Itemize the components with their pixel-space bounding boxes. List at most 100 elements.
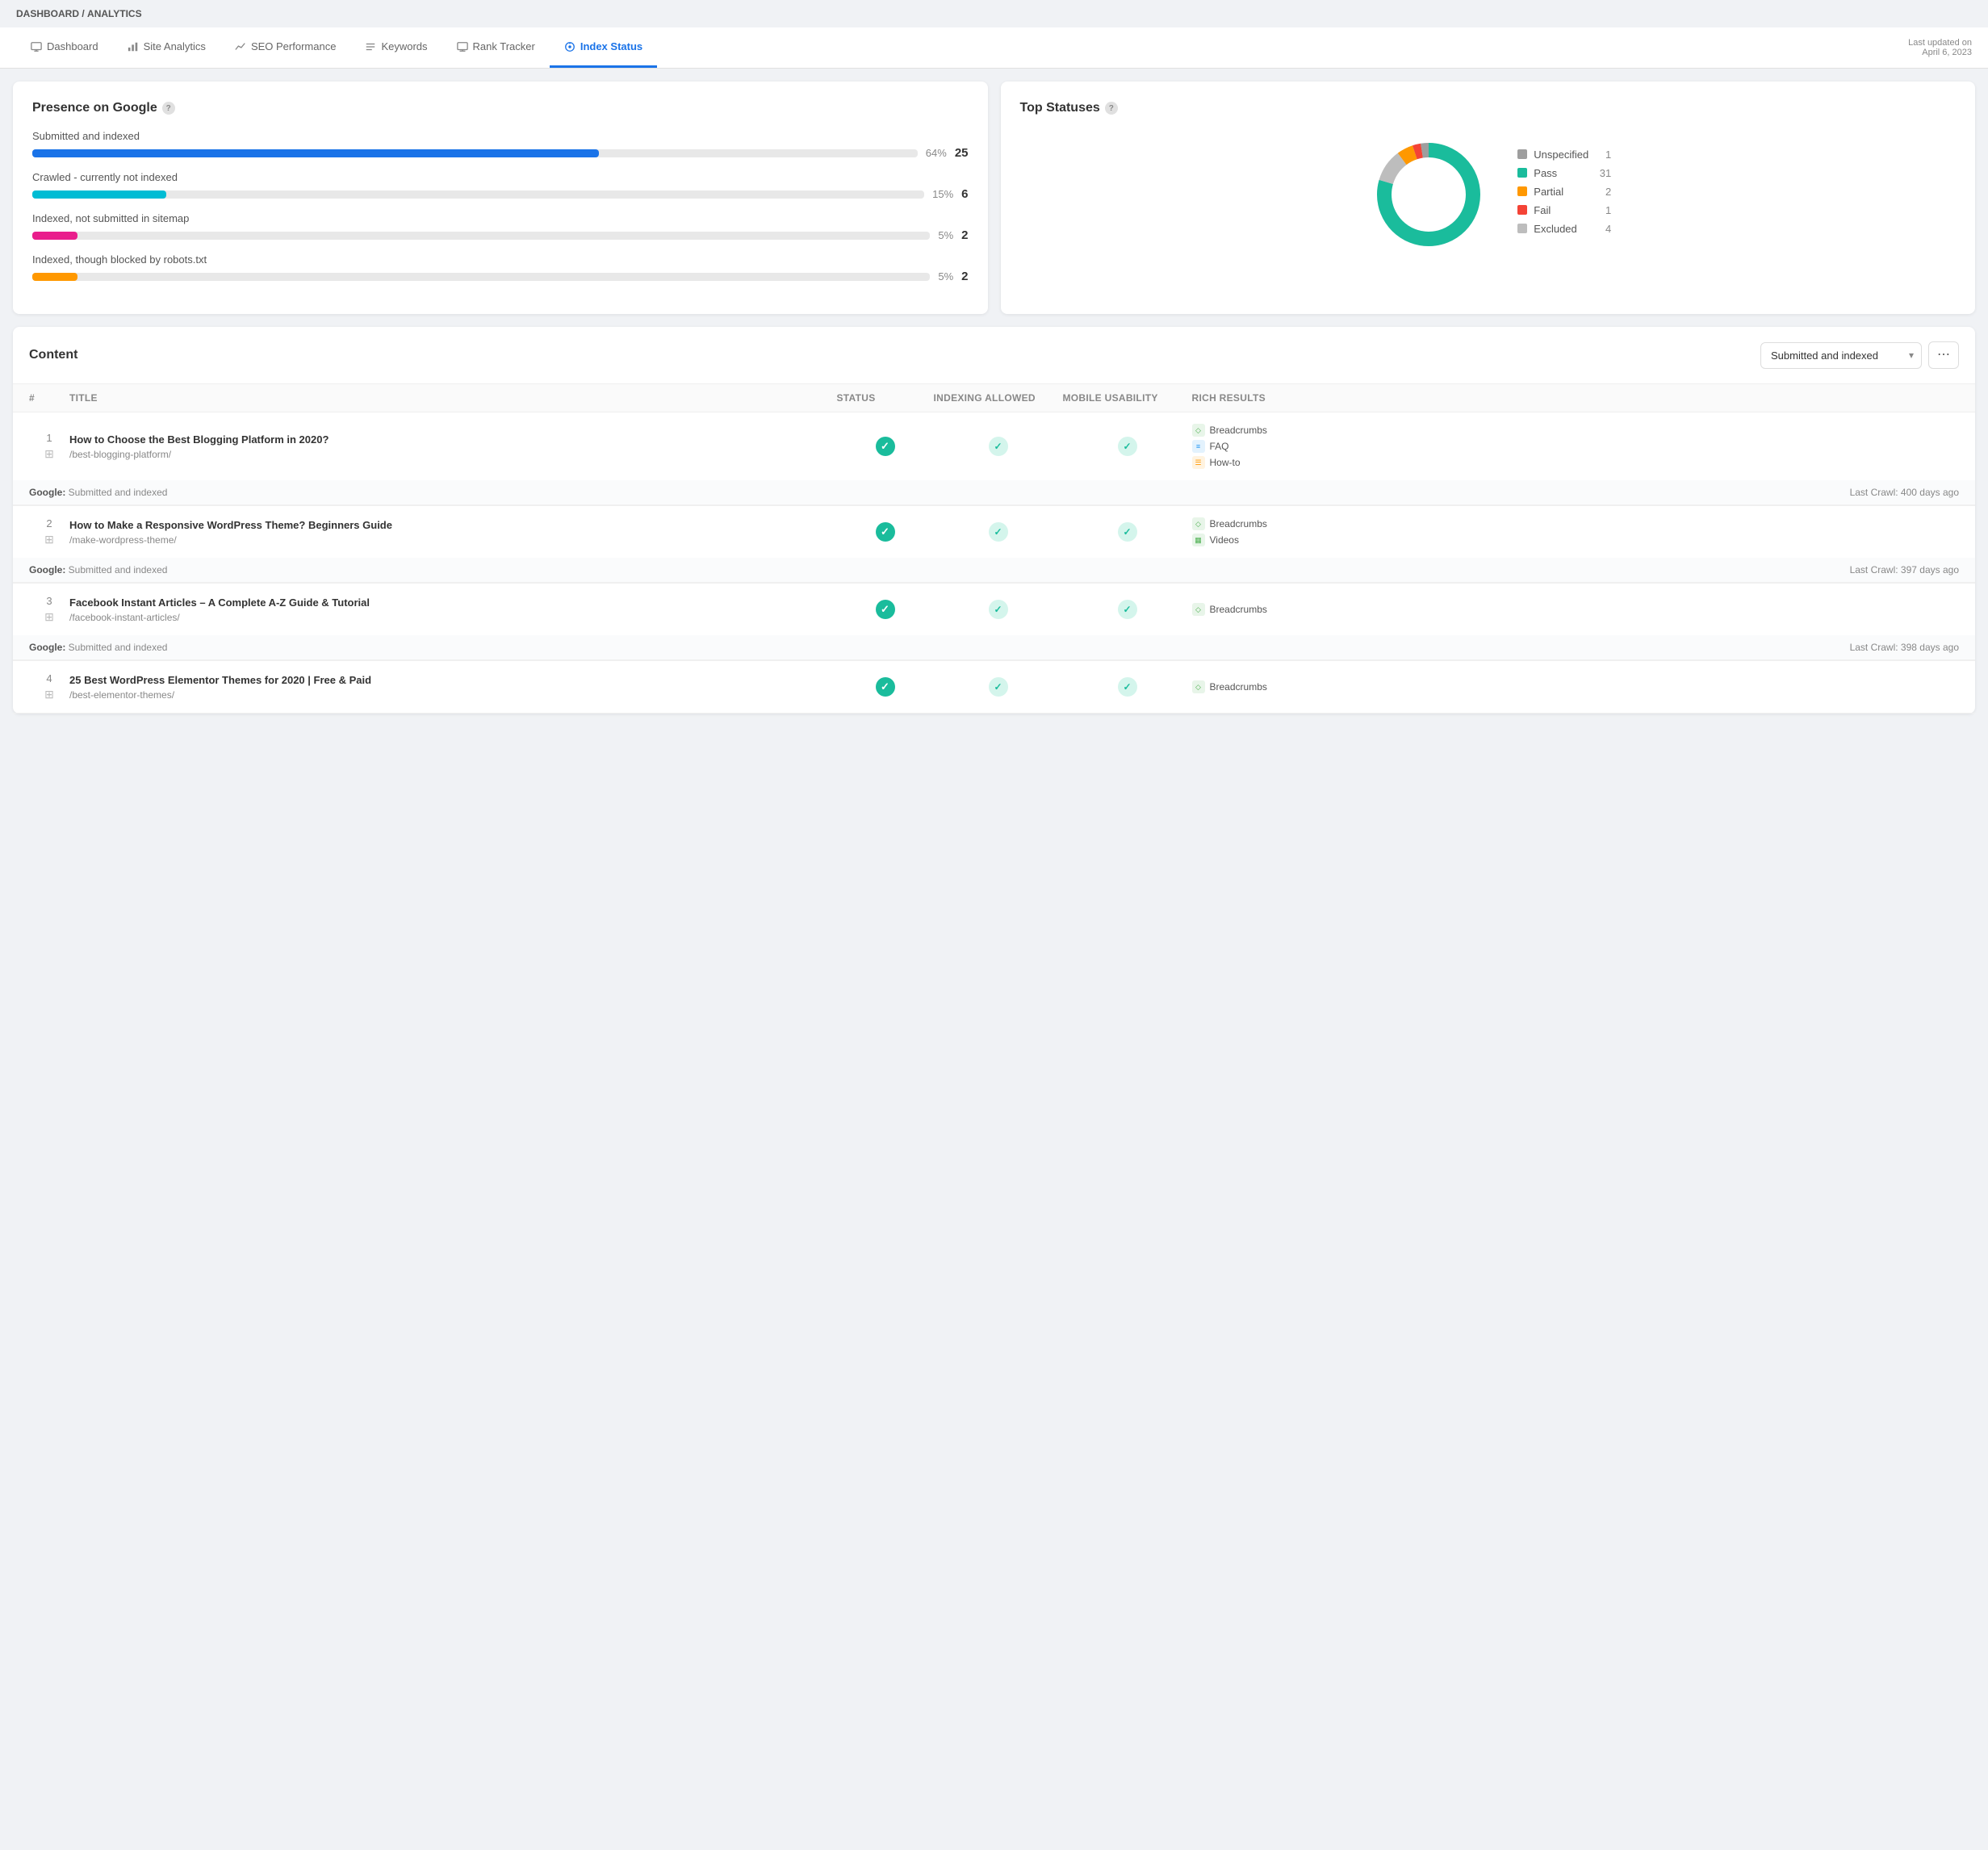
rich-tag-howto-1: ☰ How-to — [1192, 456, 1960, 469]
status-cell-4 — [837, 677, 934, 697]
faq-icon-1: ≡ — [1192, 440, 1205, 453]
legend-item-excluded: Excluded 4 — [1517, 223, 1611, 235]
legend-item-pass: Pass 31 — [1517, 167, 1611, 179]
row-title-2: How to Make a Responsive WordPress Theme… — [69, 518, 837, 546]
tab-rank-tracker[interactable]: Rank Tracker — [442, 27, 550, 68]
more-options-button[interactable]: ⋯ — [1928, 341, 1959, 369]
presence-help-icon[interactable]: ? — [162, 102, 175, 115]
tab-keywords[interactable]: Keywords — [350, 27, 442, 68]
tab-seo-performance[interactable]: SEO Performance — [220, 27, 351, 68]
doc-icon-3: ⊞ — [44, 610, 54, 624]
indexing-check-1 — [989, 437, 1008, 456]
bar-fill-2 — [32, 232, 77, 240]
indexing-cell-1 — [934, 437, 1063, 456]
doc-icon-4: ⊞ — [44, 688, 54, 701]
nav-bar: Dashboard Site Analytics SEO Performance… — [0, 27, 1988, 69]
table-row: 3 ⊞ Facebook Instant Articles – A Comple… — [13, 584, 1975, 661]
bar-crawled-not-indexed: Crawled - currently not indexed 15% 6 — [32, 171, 969, 201]
mobile-check-2 — [1118, 522, 1137, 542]
breadcrumbs-icon-2: ◇ — [1192, 517, 1205, 530]
mobile-cell-4 — [1063, 677, 1192, 697]
bar-track-3 — [32, 273, 930, 281]
presence-card-title: Presence on Google ? — [32, 101, 969, 115]
bar-fill-3 — [32, 273, 77, 281]
table-row: 4 ⊞ 25 Best WordPress Elementor Themes f… — [13, 661, 1975, 714]
row-footer-1: Google: Submitted and indexed Last Crawl… — [13, 480, 1975, 505]
row-num-1: 1 ⊞ — [29, 432, 69, 461]
breadcrumbs-icon-4: ◇ — [1192, 680, 1205, 693]
indexing-check-4 — [989, 677, 1008, 697]
indexing-check-3 — [989, 600, 1008, 619]
rich-results-3: ◇ Breadcrumbs — [1192, 603, 1960, 616]
legend-dot-pass — [1517, 168, 1527, 178]
legend-dot-fail — [1517, 205, 1527, 215]
bar-indexed-not-submitted: Indexed, not submitted in sitemap 5% 2 — [32, 212, 969, 242]
filter-dropdown[interactable]: Submitted and indexed — [1760, 342, 1922, 369]
monitor-icon — [31, 41, 42, 52]
videos-icon-2: ▦ — [1192, 534, 1205, 546]
mobile-cell-3 — [1063, 600, 1192, 619]
google-label-3: Google: — [29, 642, 69, 653]
list-icon — [365, 41, 376, 52]
status-legend: Unspecified 1 Pass 31 Partial 2 — [1517, 149, 1611, 241]
status-check-1 — [876, 437, 895, 456]
legend-dot-unspecified — [1517, 149, 1527, 159]
row-footer-3: Google: Submitted and indexed Last Crawl… — [13, 635, 1975, 660]
th-indexing: Indexing Allowed — [934, 392, 1063, 404]
status-check-2 — [876, 522, 895, 542]
breadcrumbs-icon-3: ◇ — [1192, 603, 1205, 616]
mobile-cell-2 — [1063, 522, 1192, 542]
status-check-4 — [876, 677, 895, 697]
bar-fill-1 — [32, 190, 166, 199]
th-mobile: Mobile Usability — [1063, 392, 1192, 404]
rich-tag-breadcrumbs-1: ◇ Breadcrumbs — [1192, 424, 1960, 437]
legend-item-unspecified: Unspecified 1 — [1517, 149, 1611, 161]
filter-dropdown-wrap: Submitted and indexed — [1760, 342, 1922, 369]
howto-icon-1: ☰ — [1192, 456, 1205, 469]
legend-item-fail: Fail 1 — [1517, 204, 1611, 216]
last-crawl-2: Last Crawl: 397 days ago — [1850, 564, 1959, 576]
rich-tag-breadcrumbs-4: ◇ Breadcrumbs — [1192, 680, 1960, 693]
breadcrumb-current: ANALYTICS — [87, 8, 142, 19]
main-content: Presence on Google ? Submitted and index… — [0, 69, 1988, 726]
row-title-4: 25 Best WordPress Elementor Themes for 2… — [69, 673, 837, 701]
bar-submitted-indexed: Submitted and indexed 64% 25 — [32, 130, 969, 160]
table-row: 2 ⊞ How to Make a Responsive WordPress T… — [13, 506, 1975, 584]
tab-site-analytics[interactable]: Site Analytics — [113, 27, 220, 68]
rich-tag-breadcrumbs-2: ◇ Breadcrumbs — [1192, 517, 1960, 530]
row-title-1: How to Choose the Best Blogging Platform… — [69, 433, 837, 460]
mobile-check-3 — [1118, 600, 1137, 619]
table-header: # Title Status Indexing Allowed Mobile U… — [13, 384, 1975, 412]
rich-tag-faq-1: ≡ FAQ — [1192, 440, 1960, 453]
content-header: Content Submitted and indexed ⋯ — [13, 327, 1975, 384]
rich-tag-videos-2: ▦ Videos — [1192, 534, 1960, 546]
presence-on-google-card: Presence on Google ? Submitted and index… — [13, 82, 988, 314]
google-label-2: Google: — [29, 564, 69, 576]
bar-chart-icon — [128, 41, 139, 52]
status-cell-1 — [837, 437, 934, 456]
breadcrumb: DASHBOARD / ANALYTICS — [0, 0, 1988, 27]
rich-results-2: ◇ Breadcrumbs ▦ Videos — [1192, 517, 1960, 546]
content-section: Content Submitted and indexed ⋯ # Title … — [13, 327, 1975, 714]
legend-dot-partial — [1517, 186, 1527, 196]
bar-track-2 — [32, 232, 930, 240]
row-footer-2: Google: Submitted and indexed Last Crawl… — [13, 558, 1975, 583]
status-cell-2 — [837, 522, 934, 542]
bar-fill-0 — [32, 149, 599, 157]
tab-index-status[interactable]: Index Status — [550, 27, 657, 68]
row-num-3: 3 ⊞ — [29, 595, 69, 624]
top-statuses-help-icon[interactable]: ? — [1105, 102, 1118, 115]
breadcrumb-parent[interactable]: DASHBOARD — [16, 8, 79, 19]
breadcrumbs-icon-1: ◇ — [1192, 424, 1205, 437]
rich-results-4: ◇ Breadcrumbs — [1192, 680, 1960, 693]
th-title: Title — [69, 392, 837, 404]
top-cards: Presence on Google ? Submitted and index… — [13, 82, 1975, 314]
status-check-3 — [876, 600, 895, 619]
row-main-3: 3 ⊞ Facebook Instant Articles – A Comple… — [13, 584, 1975, 635]
indexing-cell-4 — [934, 677, 1063, 697]
status-cell-3 — [837, 600, 934, 619]
mobile-cell-1 — [1063, 437, 1192, 456]
tab-dashboard[interactable]: Dashboard — [16, 27, 113, 68]
donut-chart — [1364, 130, 1493, 259]
legend-item-partial: Partial 2 — [1517, 186, 1611, 198]
